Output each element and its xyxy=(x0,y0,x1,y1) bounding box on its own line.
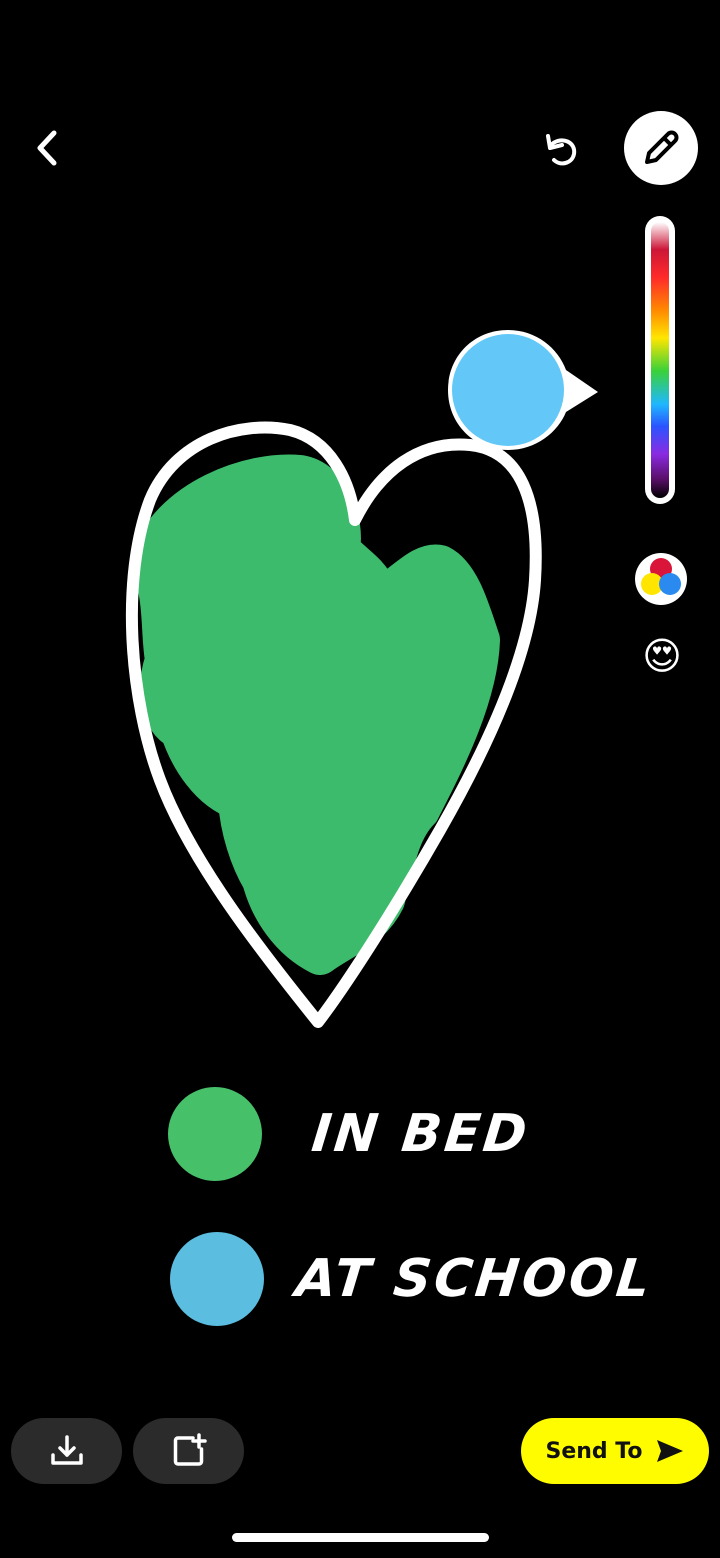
green-scribble xyxy=(130,454,500,975)
drawing-canvas[interactable] xyxy=(0,0,720,1100)
selected-color-bubble xyxy=(448,330,598,450)
send-to-label: Send To xyxy=(545,1438,643,1464)
save-button[interactable] xyxy=(11,1418,122,1484)
undo-icon xyxy=(546,134,577,166)
home-indicator xyxy=(232,1533,489,1542)
send-to-button[interactable]: Send To xyxy=(521,1418,709,1484)
send-arrow-icon xyxy=(656,1440,683,1462)
pencil-tool-button[interactable] xyxy=(624,111,698,185)
undo-button[interactable] xyxy=(532,122,588,178)
legend-label-at-school: AT SCHOOL xyxy=(292,1249,656,1309)
legend-label-in-bed: IN BED xyxy=(308,1104,533,1164)
color-gradient xyxy=(651,222,669,498)
emoji-button[interactable]: 😍 xyxy=(638,632,686,680)
add-story-icon xyxy=(173,1433,207,1466)
color-palette-icon[interactable] xyxy=(634,552,688,606)
chevron-left-icon xyxy=(37,130,57,166)
legend-dot-green xyxy=(168,1087,262,1181)
pencil-icon xyxy=(645,130,679,164)
add-to-story-button[interactable] xyxy=(133,1418,244,1484)
back-button[interactable] xyxy=(22,120,70,176)
heart-eyes-emoji-icon: 😍 xyxy=(642,634,682,678)
color-slider[interactable] xyxy=(645,216,675,504)
legend-dot-blue xyxy=(170,1232,264,1326)
download-icon xyxy=(50,1435,83,1465)
